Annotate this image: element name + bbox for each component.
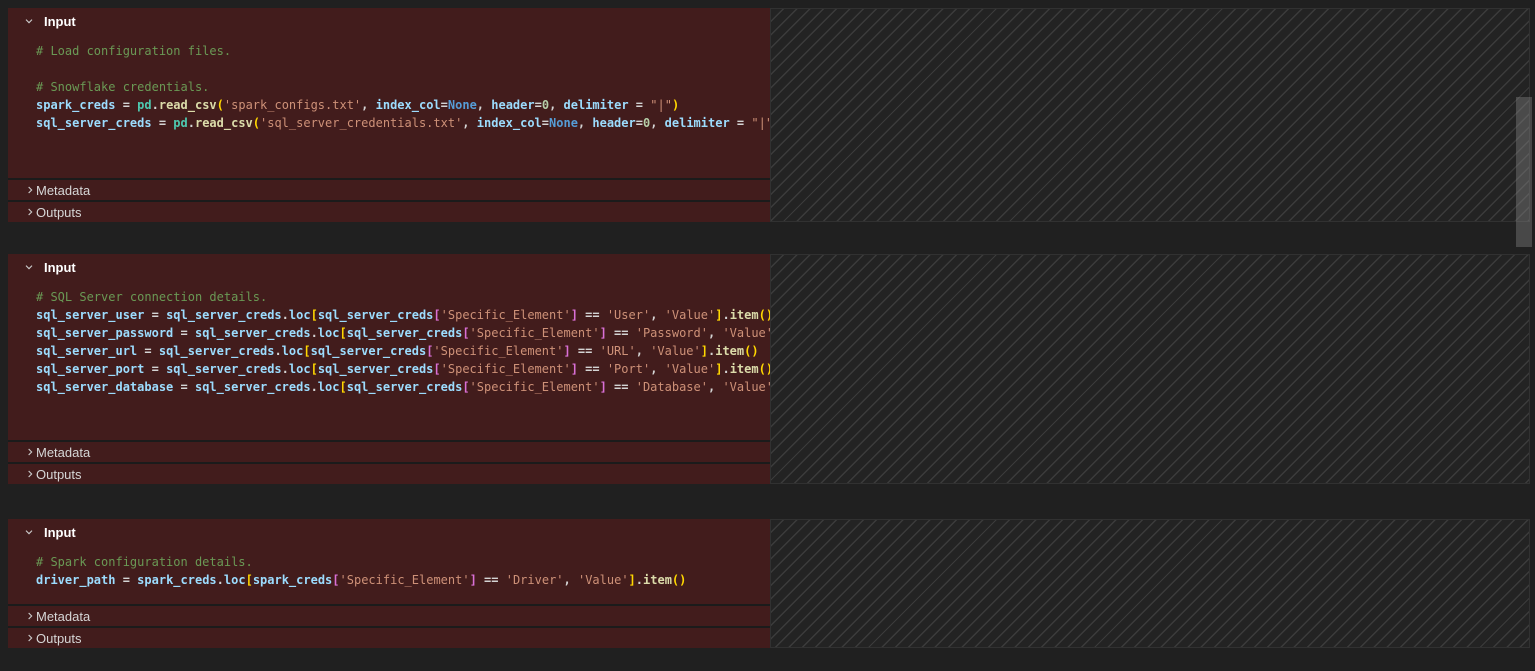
chevron-right-icon: [24, 206, 36, 218]
notebook-cell: Input # Load configuration files. # Snowf…: [8, 8, 1530, 222]
chevron-right-icon: [24, 632, 36, 644]
notebook-cell: Input # SQL Server connection details.sq…: [8, 254, 1530, 484]
outputs-section-header[interactable]: Outputs: [8, 626, 770, 648]
metadata-section-label: Metadata: [36, 445, 90, 460]
metadata-section-header[interactable]: Metadata: [8, 178, 770, 200]
chevron-right-icon: [24, 468, 36, 480]
code-line: [36, 60, 770, 78]
chevron-down-icon: [21, 261, 37, 273]
input-section-header[interactable]: Input: [8, 254, 770, 280]
chevron-down-icon: [21, 15, 37, 27]
scrollbar-thumb[interactable]: [1516, 97, 1532, 247]
input-section-label: Input: [44, 260, 76, 275]
code-line: # SQL Server connection details.: [36, 288, 770, 306]
input-section-label: Input: [44, 14, 76, 29]
diff-empty-region: [770, 519, 1530, 648]
metadata-section-label: Metadata: [36, 183, 90, 198]
code-line: sql_server_url = sql_server_creds.loc[sq…: [36, 342, 770, 360]
code-line: # Snowflake credentials.: [36, 78, 770, 96]
code-line: sql_server_database = sql_server_creds.l…: [36, 378, 770, 396]
metadata-section-header[interactable]: Metadata: [8, 604, 770, 626]
code-line: driver_path = spark_creds.loc[spark_cred…: [36, 571, 770, 589]
code-editor[interactable]: # Spark configuration details.driver_pat…: [8, 545, 770, 604]
code-line: spark_creds = pd.read_csv('spark_configs…: [36, 96, 770, 114]
outputs-section-label: Outputs: [36, 205, 82, 220]
cell-removed-pane: Input # Load configuration files. # Snowf…: [8, 8, 770, 222]
cell-removed-pane: Input # SQL Server connection details.sq…: [8, 254, 770, 484]
diff-empty-region: [770, 254, 1530, 484]
notebook-cell: Input # Spark configuration details.driv…: [8, 519, 1530, 648]
code-line: sql_server_port = sql_server_creds.loc[s…: [36, 360, 770, 378]
input-section-header[interactable]: Input: [8, 519, 770, 545]
code-line: sql_server_password = sql_server_creds.l…: [36, 324, 770, 342]
cell-removed-pane: Input # Spark configuration details.driv…: [8, 519, 770, 648]
diff-empty-region: [770, 8, 1530, 222]
input-section-label: Input: [44, 525, 76, 540]
chevron-right-icon: [24, 610, 36, 622]
code-line: sql_server_user = sql_server_creds.loc[s…: [36, 306, 770, 324]
outputs-section-header[interactable]: Outputs: [8, 462, 770, 484]
code-editor[interactable]: # Load configuration files. # Snowflake c…: [8, 34, 770, 178]
outputs-section-label: Outputs: [36, 467, 82, 482]
code-line: sql_server_creds = pd.read_csv('sql_serv…: [36, 114, 770, 132]
input-section-header[interactable]: Input: [8, 8, 770, 34]
chevron-right-icon: [24, 184, 36, 196]
code-editor[interactable]: # SQL Server connection details.sql_serv…: [8, 280, 770, 440]
outputs-section-header[interactable]: Outputs: [8, 200, 770, 222]
outputs-section-label: Outputs: [36, 631, 82, 646]
code-line: # Spark configuration details.: [36, 553, 770, 571]
metadata-section-header[interactable]: Metadata: [8, 440, 770, 462]
code-line: # Load configuration files.: [36, 42, 770, 60]
chevron-down-icon: [21, 526, 37, 538]
metadata-section-label: Metadata: [36, 609, 90, 624]
chevron-right-icon: [24, 446, 36, 458]
